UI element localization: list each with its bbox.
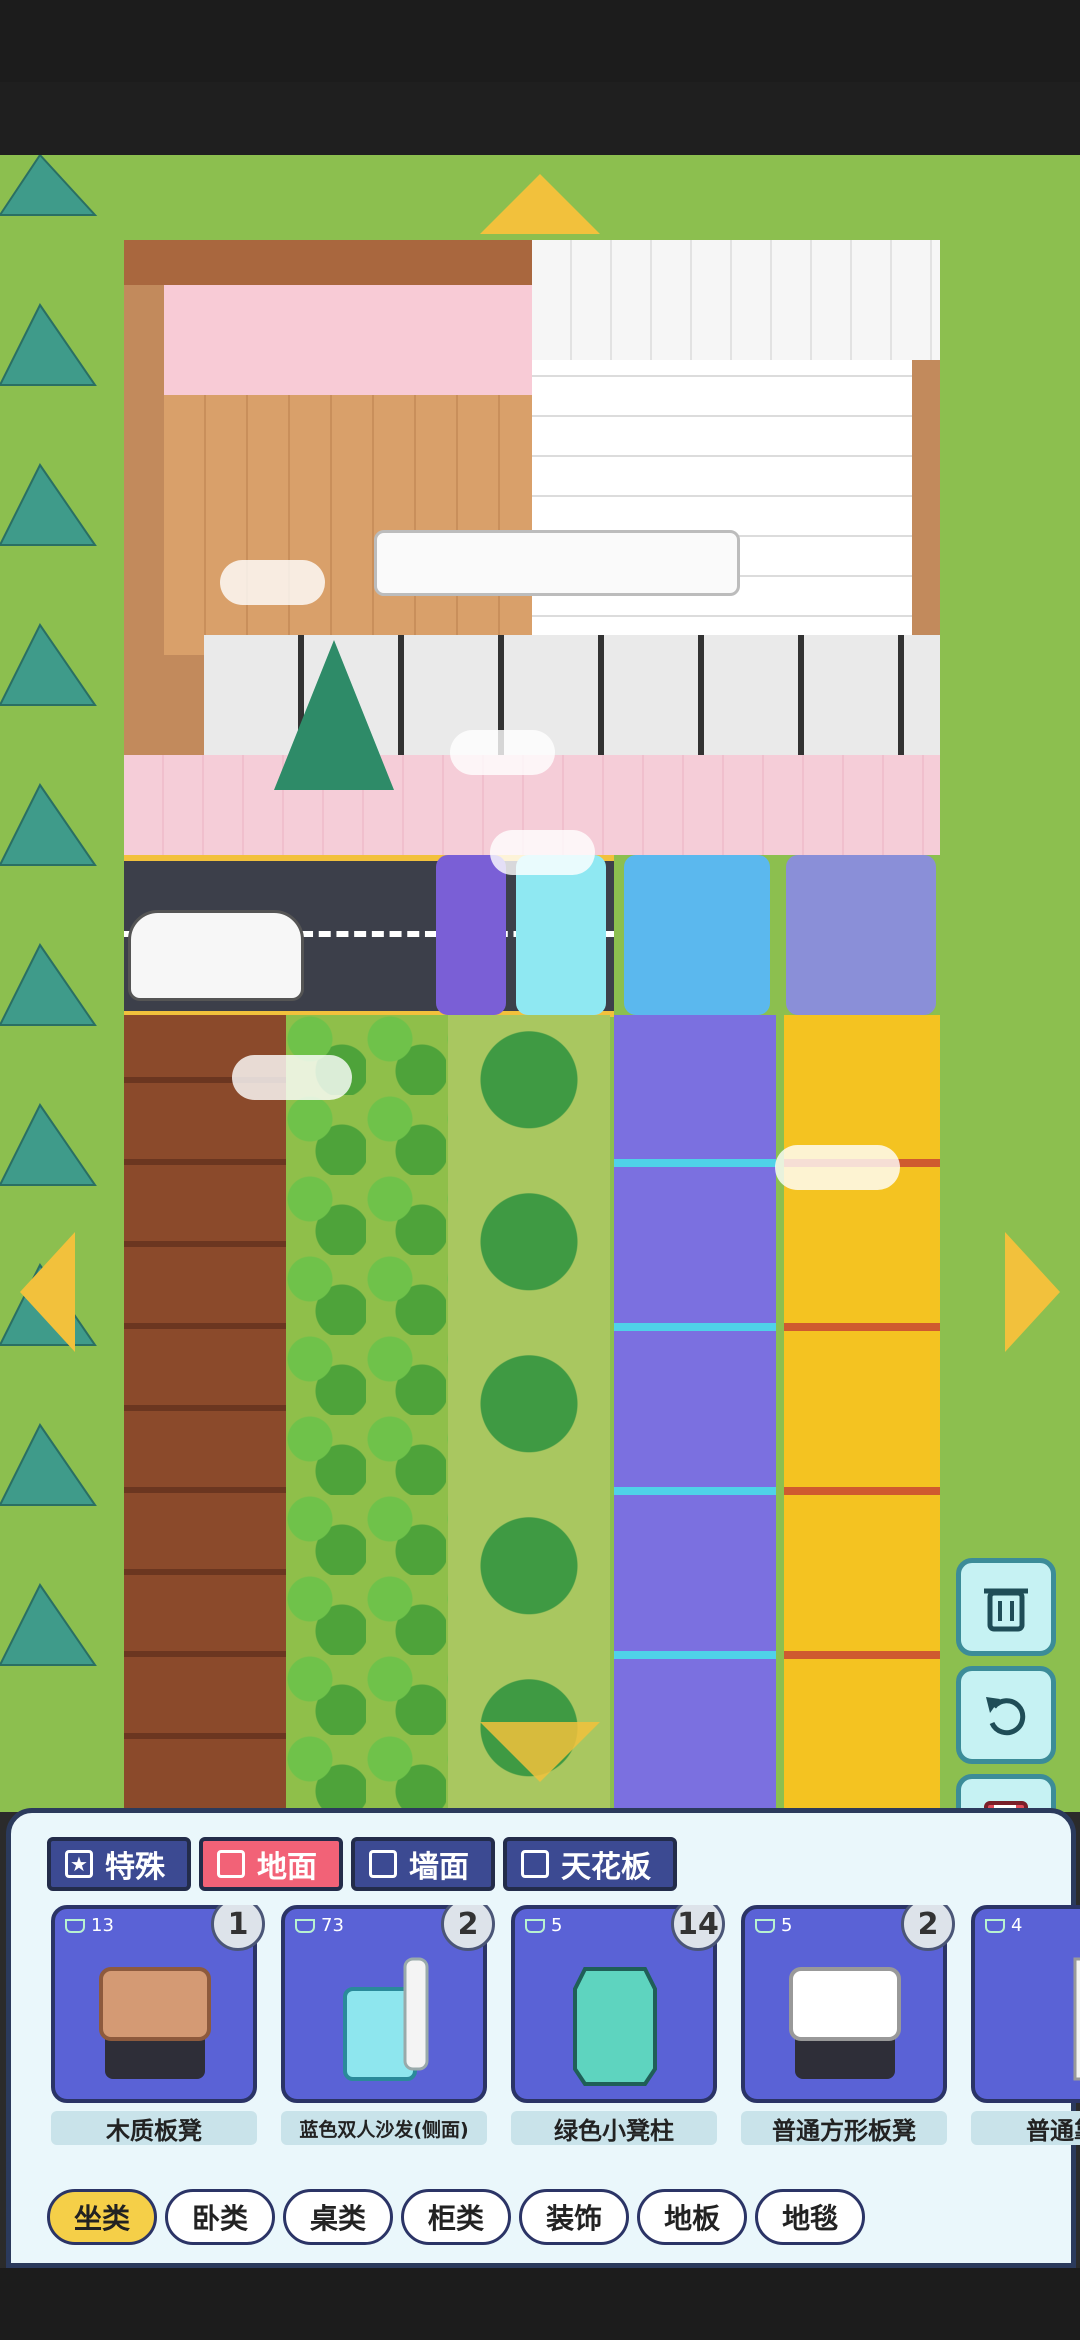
subcategory-tabs: 坐类 卧类 桌类 柜类 装饰 地板 地毯: [47, 2189, 866, 2245]
coffee-cup-icon: [525, 1918, 545, 1933]
car-icon[interactable]: [128, 910, 304, 1001]
tree-border: [0, 153, 100, 1812]
orchard-field[interactable]: [448, 1015, 610, 1812]
scroll-up-arrow-icon[interactable]: [480, 174, 600, 234]
capsule-machine[interactable]: [516, 855, 606, 1015]
item-chair[interactable]: 4 普通靠凳: [971, 1905, 1080, 2145]
tab-ceiling[interactable]: 天花板: [503, 1837, 677, 1891]
map-scene[interactable]: [0, 153, 1080, 1812]
square-stool-icon: [789, 1967, 901, 2079]
edit-tools: [956, 1558, 1056, 1812]
cat-robot[interactable]: [786, 855, 936, 1015]
subtab-flooring[interactable]: 地板: [637, 2189, 748, 2245]
scroll-right-arrow-icon[interactable]: [1005, 1232, 1060, 1352]
subtab-rugs[interactable]: 地毯: [755, 2189, 866, 2245]
save-button[interactable]: [956, 1774, 1056, 1812]
crop-field[interactable]: [124, 1015, 286, 1812]
undo-icon: [986, 1697, 1026, 1736]
wall-icon: [369, 1850, 397, 1878]
count-badge: 2: [901, 1905, 955, 1951]
subtab-seating[interactable]: 坐类: [47, 2189, 158, 2245]
yellow-machine-row[interactable]: [784, 1015, 940, 1812]
cloud-icon: [220, 560, 325, 605]
water-fountain[interactable]: [624, 855, 770, 1015]
build-panel: ★ 特殊 地面 墙面 天花板 13 1 木质板凳 73 2 蓝色双人沙发(侧面)…: [6, 1808, 1080, 2268]
bush-field[interactable]: [286, 1015, 448, 1812]
subtab-decor[interactable]: 装饰: [519, 2189, 630, 2245]
christmas-tree-icon[interactable]: [274, 640, 394, 790]
item-square-stool[interactable]: 5 2 普通方形板凳: [741, 1905, 955, 2145]
wooden-stool-icon: [99, 1967, 211, 2079]
subtab-cabinets[interactable]: 柜类: [401, 2189, 512, 2245]
cloud-icon: [775, 1145, 900, 1190]
green-stool-icon: [573, 1967, 657, 2086]
item-green-stool[interactable]: 5 14 绿色小凳柱: [511, 1905, 725, 2145]
cafe-counter[interactable]: [374, 530, 740, 596]
coffee-cup-icon: [755, 1918, 775, 1933]
tab-special[interactable]: ★ 特殊: [47, 1837, 191, 1891]
ceiling-icon: [521, 1850, 549, 1878]
status-bar: [0, 0, 1080, 82]
purple-machine-row[interactable]: [614, 1015, 776, 1812]
cloud-icon: [232, 1055, 352, 1100]
coffee-cup-icon: [295, 1918, 315, 1933]
game-view[interactable]: [0, 82, 1080, 1812]
chair-icon: [1073, 1957, 1080, 2081]
coffee-cup-icon: [985, 1918, 1005, 1933]
claw-machine[interactable]: [436, 855, 506, 1015]
undo-button[interactable]: [956, 1666, 1056, 1764]
count-badge: 14: [671, 1905, 725, 1951]
subtab-tables[interactable]: 桌类: [283, 2189, 394, 2245]
count-badge: 2: [441, 1905, 495, 1951]
system-nav-bar: [0, 2268, 1080, 2340]
tab-floor[interactable]: 地面: [199, 1837, 343, 1891]
pine-trees-icon: [0, 153, 98, 1666]
delete-button[interactable]: [956, 1558, 1056, 1656]
coffee-cup-icon: [65, 1918, 85, 1933]
item-wooden-stool[interactable]: 13 1 木质板凳: [51, 1905, 265, 2145]
floor-icon: [217, 1850, 245, 1878]
category-tabs: ★ 特殊 地面 墙面 天花板: [47, 1837, 677, 1891]
cloud-icon: [490, 830, 595, 875]
subtab-beds[interactable]: 卧类: [165, 2189, 276, 2245]
tab-wall[interactable]: 墙面: [351, 1837, 495, 1891]
star-icon: ★: [65, 1850, 93, 1878]
cloud-icon: [450, 730, 555, 775]
scroll-left-arrow-icon[interactable]: [20, 1232, 75, 1352]
item-blue-sofa[interactable]: 73 2 蓝色双人沙发(侧面): [281, 1905, 495, 2145]
trash-icon: [984, 1588, 1028, 1632]
blue-sofa-icon: [343, 1957, 429, 2081]
item-list: 13 1 木质板凳 73 2 蓝色双人沙发(侧面) 5 14 绿色小凳柱 5 2…: [43, 1905, 1080, 2145]
scroll-down-arrow-icon[interactable]: [480, 1722, 600, 1782]
count-badge: 1: [211, 1905, 265, 1951]
